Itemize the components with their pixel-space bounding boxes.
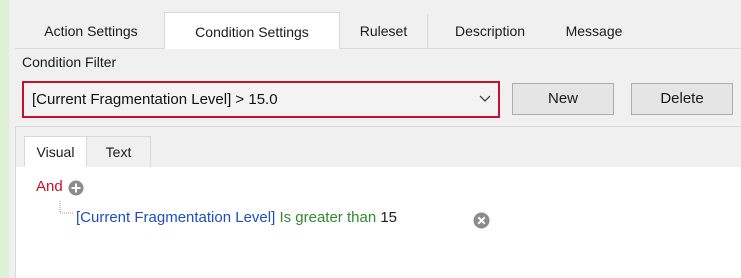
tab-ruleset[interactable]: Ruleset [340, 14, 428, 48]
left-accent-strip [0, 0, 9, 278]
new-button[interactable]: New [512, 83, 614, 115]
tree-connector [59, 201, 73, 214]
condition-field[interactable]: [Current Fragmentation Level] [76, 209, 275, 226]
tab-message[interactable]: Message [548, 14, 640, 48]
view-tab-bar: Visual Text [16, 127, 741, 167]
condition-editor: Visual Text And [Current Fragmentation L… [15, 126, 741, 278]
condition-filter-dropdown[interactable]: [Current Fragmentation Level] > 15.0 [22, 81, 500, 118]
chevron-down-icon [479, 95, 491, 102]
tab-description[interactable]: Description [432, 14, 548, 48]
close-circle-icon[interactable] [473, 212, 490, 229]
condition-row[interactable]: [Current Fragmentation Level] Is greater… [76, 209, 397, 226]
tab-action-settings[interactable]: Action Settings [22, 14, 160, 48]
condition-value[interactable]: 15 [380, 209, 397, 226]
tab-condition-settings[interactable]: Condition Settings [164, 12, 340, 49]
condition-filter-label: Condition Filter [22, 54, 117, 70]
delete-button[interactable]: Delete [631, 83, 733, 115]
condition-filter-value: [Current Fragmentation Level] > 15.0 [32, 91, 278, 108]
tab-visual[interactable]: Visual [24, 136, 87, 167]
condition-operator[interactable]: Is greater than [279, 209, 376, 226]
tab-strip-baseline [15, 48, 741, 49]
root-operator[interactable]: And [36, 178, 63, 195]
plus-circle-icon[interactable] [68, 180, 84, 196]
tab-text[interactable]: Text [87, 136, 151, 167]
